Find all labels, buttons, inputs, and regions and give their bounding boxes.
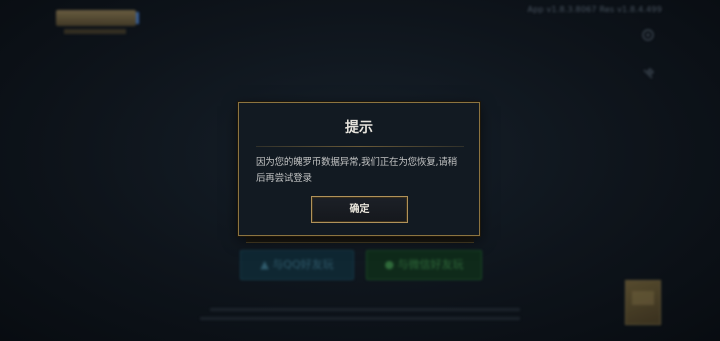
game-login-screen: App v1.8.3.8067 Res v1.8.4.499 ▲ 与QQ好友玩 …	[0, 0, 720, 341]
dialog-divider	[256, 146, 464, 147]
tools-icon[interactable]	[641, 67, 655, 81]
version-info: App v1.8.3.8067 Res v1.8.4.499	[527, 5, 662, 14]
wechat-login-label: 与微信好友玩	[397, 258, 464, 271]
game-logo	[56, 10, 142, 38]
alert-dialog: 提示 因为您的魄罗币数据异常,我们正在为您恢复,请稍后再尝试登录 确定	[238, 102, 480, 236]
announcement-icon[interactable]	[641, 28, 655, 42]
qq-icon: ▲	[260, 258, 273, 271]
qq-login-button[interactable]: ▲ 与QQ好友玩	[240, 250, 354, 280]
wechat-icon: ●	[384, 258, 398, 271]
wechat-login-button[interactable]: ● 与微信好友玩	[366, 250, 482, 280]
dialog-title: 提示	[345, 120, 373, 136]
corner-card-art	[632, 291, 654, 305]
confirm-button[interactable]: 确定	[311, 196, 408, 223]
dialog-message: 因为您的魄罗币数据异常,我们正在为您恢复,请稍后再尝试登录	[256, 157, 457, 184]
footer-agreement-line	[210, 308, 520, 311]
qq-login-label: 与QQ好友玩	[272, 258, 334, 271]
logo-accent	[136, 12, 139, 24]
footer-copyright-line	[200, 317, 520, 320]
corner-event-card[interactable]	[625, 280, 661, 325]
logo-subtitle	[64, 29, 126, 34]
logo-wordmark	[56, 10, 136, 26]
